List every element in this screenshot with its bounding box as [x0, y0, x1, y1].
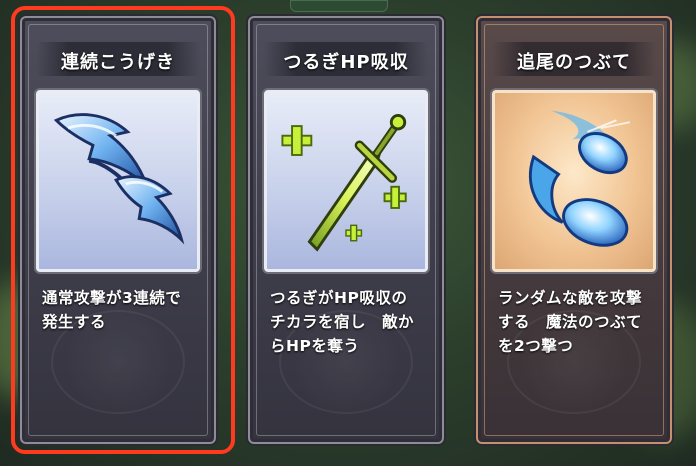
top-tab-decoration: [290, 0, 388, 12]
plus-icon: [281, 125, 313, 156]
skill-card-sword-hp-absorb[interactable]: つるぎHP吸収 つるぎがHP吸収の 敵か: [248, 16, 444, 444]
sword-heal-icon: [281, 114, 407, 252]
crest-emblem: [507, 310, 641, 414]
card-title: つるぎHP吸収: [283, 52, 409, 73]
selection-highlight: [11, 6, 235, 454]
card-art: [264, 90, 428, 272]
homing-projectile-icon: [528, 110, 631, 247]
crest-emblem: [279, 310, 413, 414]
skill-card-homing-projectile[interactable]: 追尾のつぶて ランダムな敵を攻撃 する 魔法のつぶて を2つ撃つ: [476, 16, 672, 444]
card-title: 追尾のつぶて: [517, 52, 631, 73]
card-art: [492, 90, 656, 272]
